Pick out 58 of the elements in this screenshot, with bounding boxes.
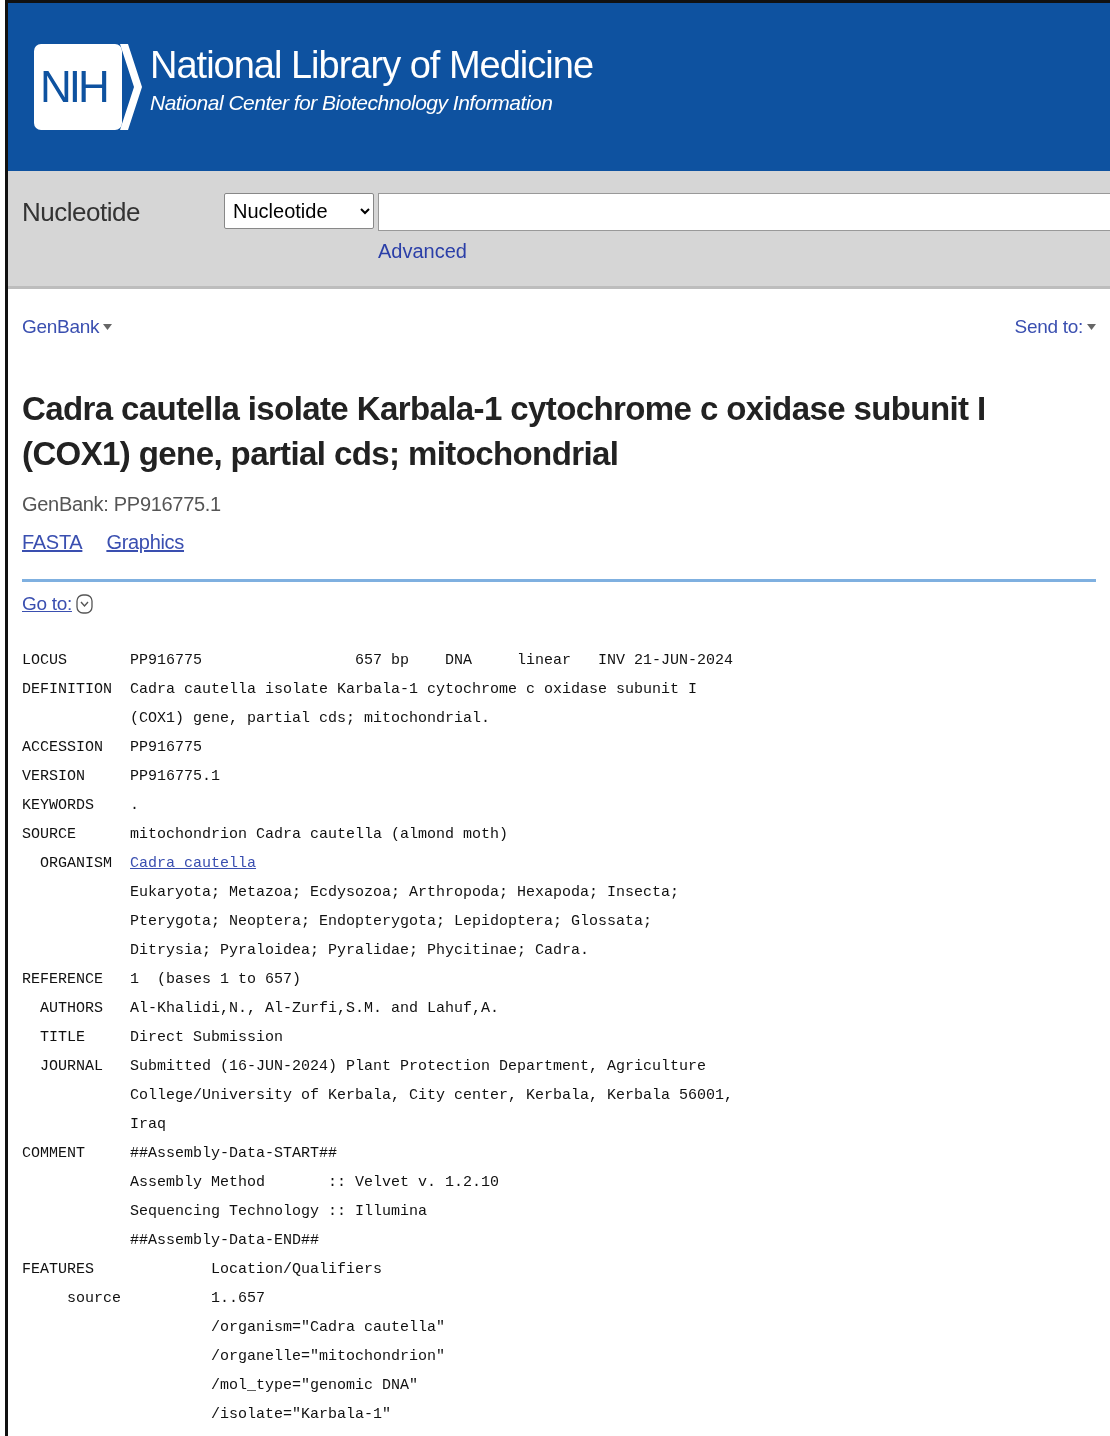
search-field[interactable] — [378, 193, 1110, 231]
field-value: ##Assembly-Data-START## — [130, 1144, 338, 1165]
site-subtitle: National Center for Biotechnology Information — [150, 90, 554, 117]
field-value: ##Assembly-Data-END## — [130, 1231, 320, 1252]
field-value: Cadra cautella isolate Karbala-1 cytochrome c oxidase subunit I — [130, 680, 698, 701]
field-label: SOURCE — [22, 826, 76, 844]
field-value: Location/Qualifiers — [211, 1260, 383, 1281]
field-label: ORGANISM — [40, 855, 112, 873]
field-value: Assembly Method :: Velvet v. 1.2.10 — [130, 1173, 500, 1194]
format-dropdown[interactable]: GenBank — [22, 313, 113, 342]
field-label: FEATURES — [22, 1261, 94, 1279]
field-value: Ditrysia; Pyraloidea; Pyralidae; Phycitinae; Cadra. — [130, 941, 590, 962]
field-label: VERSION — [22, 768, 85, 786]
field-value: College/University of Kerbala, City center, Kerbala, Kerbala 56001, — [130, 1086, 734, 1107]
field-label: JOURNAL — [40, 1058, 103, 1076]
field-value: (COX1) gene, partial cds; mitochondrial. — [130, 709, 491, 730]
field-label: REFERENCE — [22, 971, 103, 989]
field-label: LOCUS — [22, 652, 67, 670]
field-value: /organism="Cadra cautella" — [211, 1318, 446, 1339]
advanced-link[interactable]: Advanced — [378, 236, 467, 266]
chevron-icon — [120, 44, 142, 130]
field-value: Pterygota; Neoptera; Endopterygota; Lepidoptera; Glossata; — [130, 912, 653, 933]
field-value: /isolate="Karbala-1" — [211, 1405, 392, 1426]
field-value: Iraq — [130, 1115, 167, 1136]
field-label: source — [67, 1290, 121, 1308]
field-value: Al-Khalidi,N., Al-Zurfi,S.M. and Lahuf,A. — [130, 999, 500, 1020]
field-label: DEFINITION — [22, 681, 112, 699]
go-to-link[interactable]: Go to: — [22, 589, 72, 619]
field-value: 1 (bases 1 to 657) — [130, 970, 302, 991]
field-label: AUTHORS — [40, 1000, 103, 1018]
accession-text: GenBank: PP916775.1 — [22, 491, 222, 517]
send-to-dropdown[interactable]: Send to: — [1014, 313, 1096, 342]
field-value: /organelle="mitochondrion" — [211, 1347, 446, 1368]
organism-link[interactable]: Cadra cautella — [130, 849, 257, 879]
caret-icon — [103, 324, 113, 331]
database-label: Nucleotide — [22, 196, 141, 229]
field-label: COMMENT — [22, 1145, 85, 1163]
field-label: KEYWORDS — [22, 797, 94, 815]
field-value: PP916775 — [130, 738, 203, 759]
view-link[interactable]: FASTA — [22, 526, 83, 557]
field-value: PP916775 657 bp DNA linear INV 21-JUN-2024 — [130, 651, 734, 672]
field-value: Eukaryota; Metazoa; Ecdysozoa; Arthropoda; Hexapoda; Insecta; — [130, 883, 680, 904]
field-value: . — [130, 796, 140, 817]
database-select[interactable]: Nucleotide — [224, 193, 374, 229]
field-value: mitochondrion Cadra cautella (almond moth) — [130, 825, 509, 846]
field-value: Sequencing Technology :: Illumina — [130, 1202, 428, 1223]
field-label: ACCESSION — [22, 739, 103, 757]
field-value: Submitted (16-JUN-2024) Plant Protection Department, Agriculture — [130, 1057, 707, 1078]
site-title: National Library of Medicine — [150, 45, 593, 88]
field-value: /mol_type="genomic DNA" — [211, 1376, 419, 1397]
record-title: Cadra cautella isolate Karbala-1 cytochrome c oxidase subunit I (COX1) gene, partial cds; mitochondrial — [22, 388, 987, 475]
field-label: TITLE — [40, 1029, 85, 1047]
view-link[interactable]: Graphics — [106, 526, 184, 557]
field-value: PP916775.1 — [130, 767, 221, 788]
chevron-down-icon[interactable] — [75, 593, 93, 614]
caret-icon — [1087, 324, 1096, 331]
field-value: Direct Submission — [130, 1028, 284, 1049]
field-value: 1..657 — [211, 1289, 266, 1310]
